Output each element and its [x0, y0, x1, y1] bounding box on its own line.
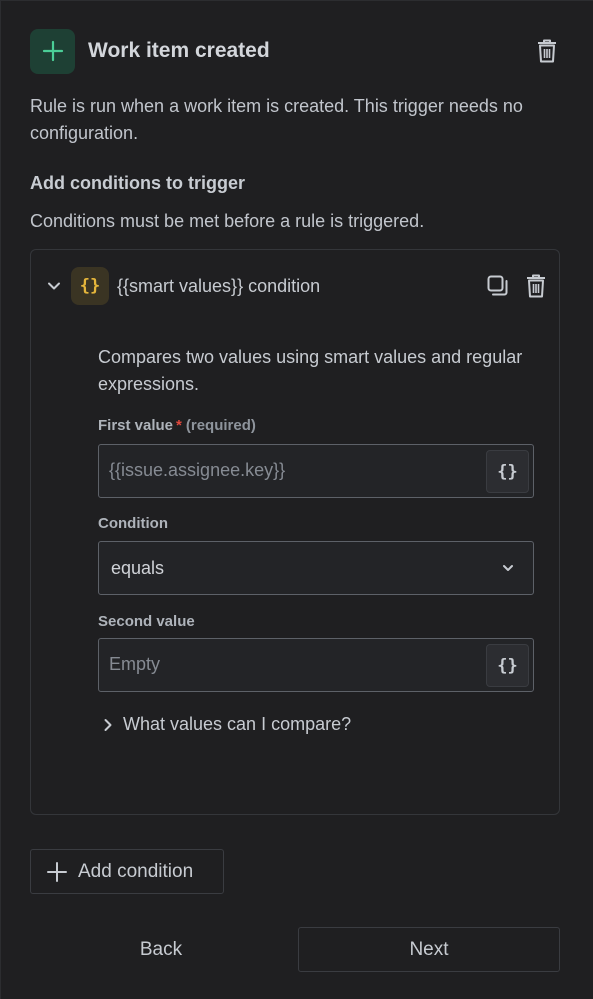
second-value-label: Second value	[98, 613, 195, 630]
plus-icon	[47, 861, 67, 882]
condition-title: {{smart values}} condition	[117, 275, 321, 296]
next-button[interactable]: Next	[298, 927, 560, 972]
add-condition-label: Add condition	[78, 860, 194, 882]
duplicate-condition-button[interactable]	[485, 272, 511, 300]
condition-select[interactable]: equals	[98, 541, 534, 595]
delete-trigger-button[interactable]	[534, 37, 560, 65]
delete-condition-button[interactable]	[523, 272, 549, 300]
first-value-label: First value * (required)	[98, 417, 256, 434]
conditions-description: Conditions must be met before a rule is …	[30, 211, 425, 231]
back-button[interactable]: Back	[30, 927, 292, 972]
condition-selected-value: equals	[111, 558, 165, 578]
rule-editor-panel: Work item created Rule is run when a wor…	[0, 0, 593, 999]
collapse-condition-button[interactable]	[43, 275, 65, 297]
condition-card-header: {} {{smart values}} condition	[43, 266, 549, 306]
trigger-title: Work item created	[88, 39, 270, 62]
chevron-down-icon	[48, 282, 60, 290]
required-text: (required)	[185, 417, 256, 434]
add-condition-button[interactable]: Add condition	[30, 849, 224, 894]
trash-icon	[527, 274, 545, 298]
first-value-label-text: First value	[98, 417, 174, 434]
trigger-description: Rule is run when a work item is created.…	[30, 96, 523, 143]
condition-card: {} {{smart values}} condition Compares t…	[30, 249, 560, 815]
smart-values-icon: {}	[71, 267, 109, 305]
conditions-heading: Add conditions to trigger	[30, 173, 245, 193]
condition-label: Condition	[98, 515, 168, 532]
trash-icon	[538, 39, 556, 63]
duplicate-icon	[487, 275, 508, 296]
first-value-placeholder: {{issue.assignee.key}}	[109, 460, 286, 480]
chevron-right-icon	[104, 718, 112, 731]
condition-actions	[485, 272, 549, 300]
chevron-down-icon	[503, 565, 513, 571]
first-value-smart-value-button[interactable]: {}	[486, 450, 529, 493]
second-value-smart-value-button[interactable]: {}	[486, 644, 529, 687]
condition-description: Compares two values using smart values a…	[98, 347, 523, 394]
plus-icon	[30, 28, 75, 74]
trigger-header: Work item created	[30, 28, 560, 74]
required-marker: *	[176, 417, 182, 434]
help-expander[interactable]: What values can I compare?	[101, 714, 351, 735]
second-value-input[interactable]: Empty {}	[98, 638, 534, 692]
second-value-placeholder: Empty	[109, 654, 161, 674]
help-expander-label: What values can I compare?	[123, 714, 352, 734]
first-value-input[interactable]: {{issue.assignee.key}} {}	[98, 444, 534, 498]
